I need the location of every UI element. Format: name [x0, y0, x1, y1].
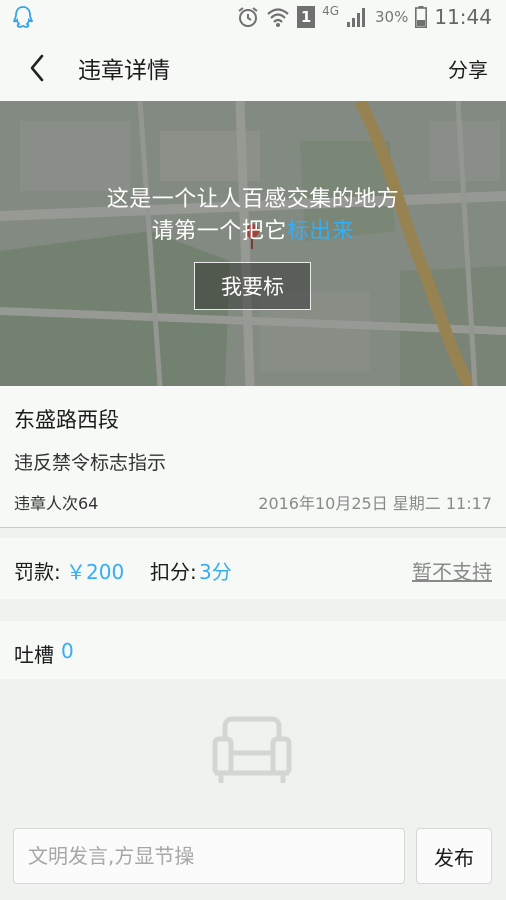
violation-count: 违章人次64 — [14, 494, 99, 513]
comments-label: 吐槽 — [14, 643, 54, 667]
points-value: 3分 — [199, 560, 232, 584]
clock: 11:44 — [434, 5, 492, 29]
points-label: 扣分: — [150, 560, 197, 584]
share-button[interactable]: 分享 — [448, 54, 488, 83]
back-icon — [30, 54, 44, 81]
status-bar: 1 4G 30% 11:44 — [0, 0, 506, 34]
map-prompt-line1: 这是一个让人百感交集的地方 — [106, 187, 400, 212]
violation-detail-card: 东盛路西段 违反禁令标志指示 违章人次64 2016年10月25日 星期二 11… — [0, 386, 506, 527]
battery-icon — [415, 6, 428, 28]
comment-input-bar: 发布 — [0, 818, 506, 900]
comments-header: 吐槽 0 — [0, 621, 506, 679]
top-bar: 违章详情 分享 — [0, 34, 506, 101]
sofa-icon — [212, 716, 292, 783]
signal-icon — [347, 8, 366, 27]
violation-type: 违反禁令标志指示 — [14, 452, 167, 474]
fine-label: 罚款: — [14, 560, 61, 584]
alarm-icon — [238, 7, 258, 27]
battery-percent: 30% — [375, 8, 409, 26]
map-prompt-line2: 请第一个把它标出来 — [0, 213, 506, 245]
comments-count: 0 — [61, 639, 74, 663]
map-prompt-highlight: 标出来 — [286, 219, 355, 244]
publish-button[interactable]: 发布 — [416, 828, 492, 884]
fine-value: ￥200 — [66, 560, 125, 584]
map-prompt-prefix: 请第一个把它 — [151, 219, 287, 244]
qq-icon — [12, 6, 34, 28]
penalty-row: 罚款: ￥200 扣分: 3分 暂不支持 — [0, 538, 506, 599]
wifi-icon — [267, 8, 289, 27]
sim-icon: 1 — [297, 6, 316, 28]
road-name: 东盛路西段 — [14, 408, 119, 432]
comment-input[interactable] — [13, 828, 405, 884]
pay-unsupported-link[interactable]: 暂不支持 — [412, 556, 492, 585]
divider — [0, 527, 506, 528]
back-button[interactable] — [6, 34, 68, 101]
map-banner[interactable]: 这是一个让人百感交集的地方 请第一个把它标出来 我要标 — [0, 101, 506, 386]
violation-datetime: 2016年10月25日 星期二 11:17 — [258, 494, 492, 513]
mark-location-button[interactable]: 我要标 — [194, 262, 311, 310]
page-title: 违章详情 — [78, 57, 170, 84]
network-type: 4G — [322, 4, 340, 18]
